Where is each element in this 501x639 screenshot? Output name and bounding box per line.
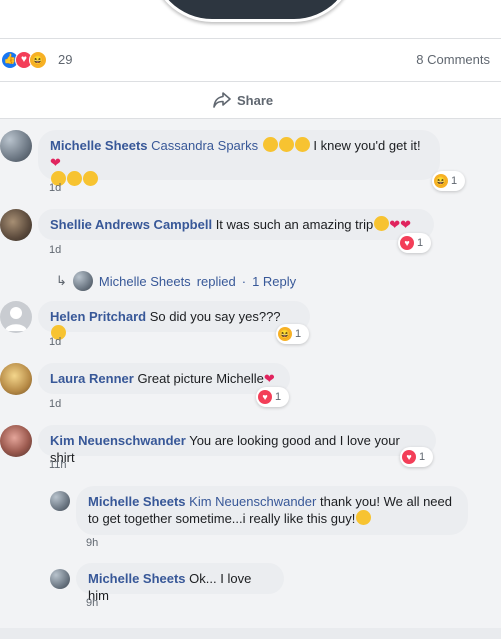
comment-reactions[interactable]: ♥ 1	[398, 233, 431, 253]
comment-text: I knew you'd get it!	[313, 138, 421, 153]
smile-emoji-icon	[374, 216, 390, 231]
reaction-count: 1	[451, 175, 458, 187]
post-stats-bar: 👍 ♥ 😆 29 8 Comments	[0, 38, 501, 82]
reply-time[interactable]: 9h	[86, 597, 98, 609]
comment-mention[interactable]: Cassandra Sparks	[151, 138, 258, 153]
reply-bubble: Michelle Sheets Ok... I love him	[76, 563, 284, 603]
comments-section: Michelle Sheets Cassandra Sparks I knew …	[0, 118, 501, 629]
reply-author[interactable]: Michelle Sheets	[88, 571, 186, 586]
avatar[interactable]	[0, 301, 32, 333]
comment-author[interactable]: Laura Renner	[50, 371, 134, 386]
default-avatar-icon	[5, 307, 27, 331]
love-icon: ♥	[400, 236, 414, 250]
grin-emoji-icon	[83, 171, 98, 186]
love-icon: ♥	[402, 450, 416, 464]
comment-text: It was such an amazing trip	[215, 217, 374, 232]
reaction-count: 1	[295, 328, 302, 340]
avatar[interactable]	[50, 569, 70, 589]
comment-reactions[interactable]: ♥ 1	[400, 447, 433, 467]
grin-emoji-icon	[278, 137, 294, 152]
grin-emoji-icon	[294, 137, 310, 152]
haha-icon: 😆	[29, 51, 47, 69]
avatar[interactable]	[0, 425, 32, 457]
love-icon: ♥	[258, 390, 272, 404]
comment-time[interactable]: 11h	[49, 459, 67, 471]
comments-count[interactable]: 8 Comments	[416, 52, 490, 67]
comment-author[interactable]: Shellie Andrews Campbell	[50, 217, 212, 232]
share-icon	[213, 92, 231, 108]
share-button[interactable]: Share	[213, 90, 273, 110]
heart-emoji-icon: ❤❤	[389, 217, 412, 232]
reply-text-line1: thank you! We all need	[319, 494, 452, 509]
reaction-count: 1	[419, 451, 426, 463]
avatar[interactable]	[0, 130, 32, 162]
comment-time[interactable]: 1d	[49, 244, 61, 256]
grin-emoji-icon	[262, 137, 278, 152]
comment-text: Great picture Michelle	[137, 371, 264, 386]
comment-bubble: Helen Pritchard So did you say yes???	[38, 301, 310, 340]
heart-emoji-icon: ❤	[263, 371, 275, 386]
comment-text: So did you say yes???	[149, 309, 281, 324]
comment-author[interactable]: Helen Pritchard	[50, 309, 146, 324]
comment-author[interactable]: Michelle Sheets	[50, 138, 148, 153]
heart-emoji-icon: ❤	[50, 155, 61, 170]
reaction-count: 1	[275, 391, 282, 403]
comment-bubble: Michelle Sheets Cassandra Sparks I knew …	[38, 130, 440, 186]
haha-icon: 😆	[278, 327, 292, 341]
comment-time[interactable]: 1d	[49, 336, 61, 348]
reply-author[interactable]: Michelle Sheets	[88, 494, 186, 509]
replies-separator: ·	[241, 273, 247, 289]
replies-replied: replied	[196, 273, 236, 289]
comment-reactions[interactable]: ♥ 1	[256, 387, 289, 407]
share-label: Share	[237, 92, 274, 108]
comment-author[interactable]: Kim Neuenschwander	[50, 433, 186, 448]
view-replies-link[interactable]: ↳ Michelle Sheets replied · 1 Reply	[56, 271, 296, 291]
reply-bubble: Michelle Sheets Kim Neuenschwander thank…	[76, 486, 468, 535]
avatar[interactable]	[0, 363, 32, 395]
reply-time[interactable]: 9h	[86, 537, 98, 549]
replies-author: Michelle Sheets	[98, 273, 191, 289]
reply-mention[interactable]: Kim Neuenschwander	[189, 494, 316, 509]
avatar[interactable]	[0, 209, 32, 241]
avatar	[72, 271, 93, 291]
comment-bubble: Shellie Andrews Campbell It was such an …	[38, 209, 434, 240]
grin-emoji-icon	[67, 171, 82, 186]
comment-reactions[interactable]: 😆 1	[432, 171, 465, 191]
reaction-count: 1	[417, 237, 424, 249]
avatar[interactable]	[50, 491, 70, 511]
smile-emoji-icon	[356, 510, 372, 525]
comment-reactions[interactable]: 😆 1	[276, 324, 309, 344]
comment-time[interactable]: 1d	[49, 182, 61, 194]
reply-text-line2: to get together sometime...i really like…	[88, 511, 356, 526]
reaction-count[interactable]: 29	[58, 52, 72, 67]
comment-bubble: Laura Renner Great picture Michelle❤	[38, 363, 290, 394]
bottom-divider	[0, 628, 501, 639]
reply-arrow-icon: ↳	[56, 273, 67, 288]
post-photo[interactable]	[150, 0, 356, 22]
haha-icon: 😆	[434, 174, 448, 188]
comment-time[interactable]: 1d	[49, 398, 61, 410]
comment-bubble: Kim Neuenschwander You are looking good …	[38, 425, 436, 465]
replies-count: 1 Reply	[252, 273, 297, 289]
